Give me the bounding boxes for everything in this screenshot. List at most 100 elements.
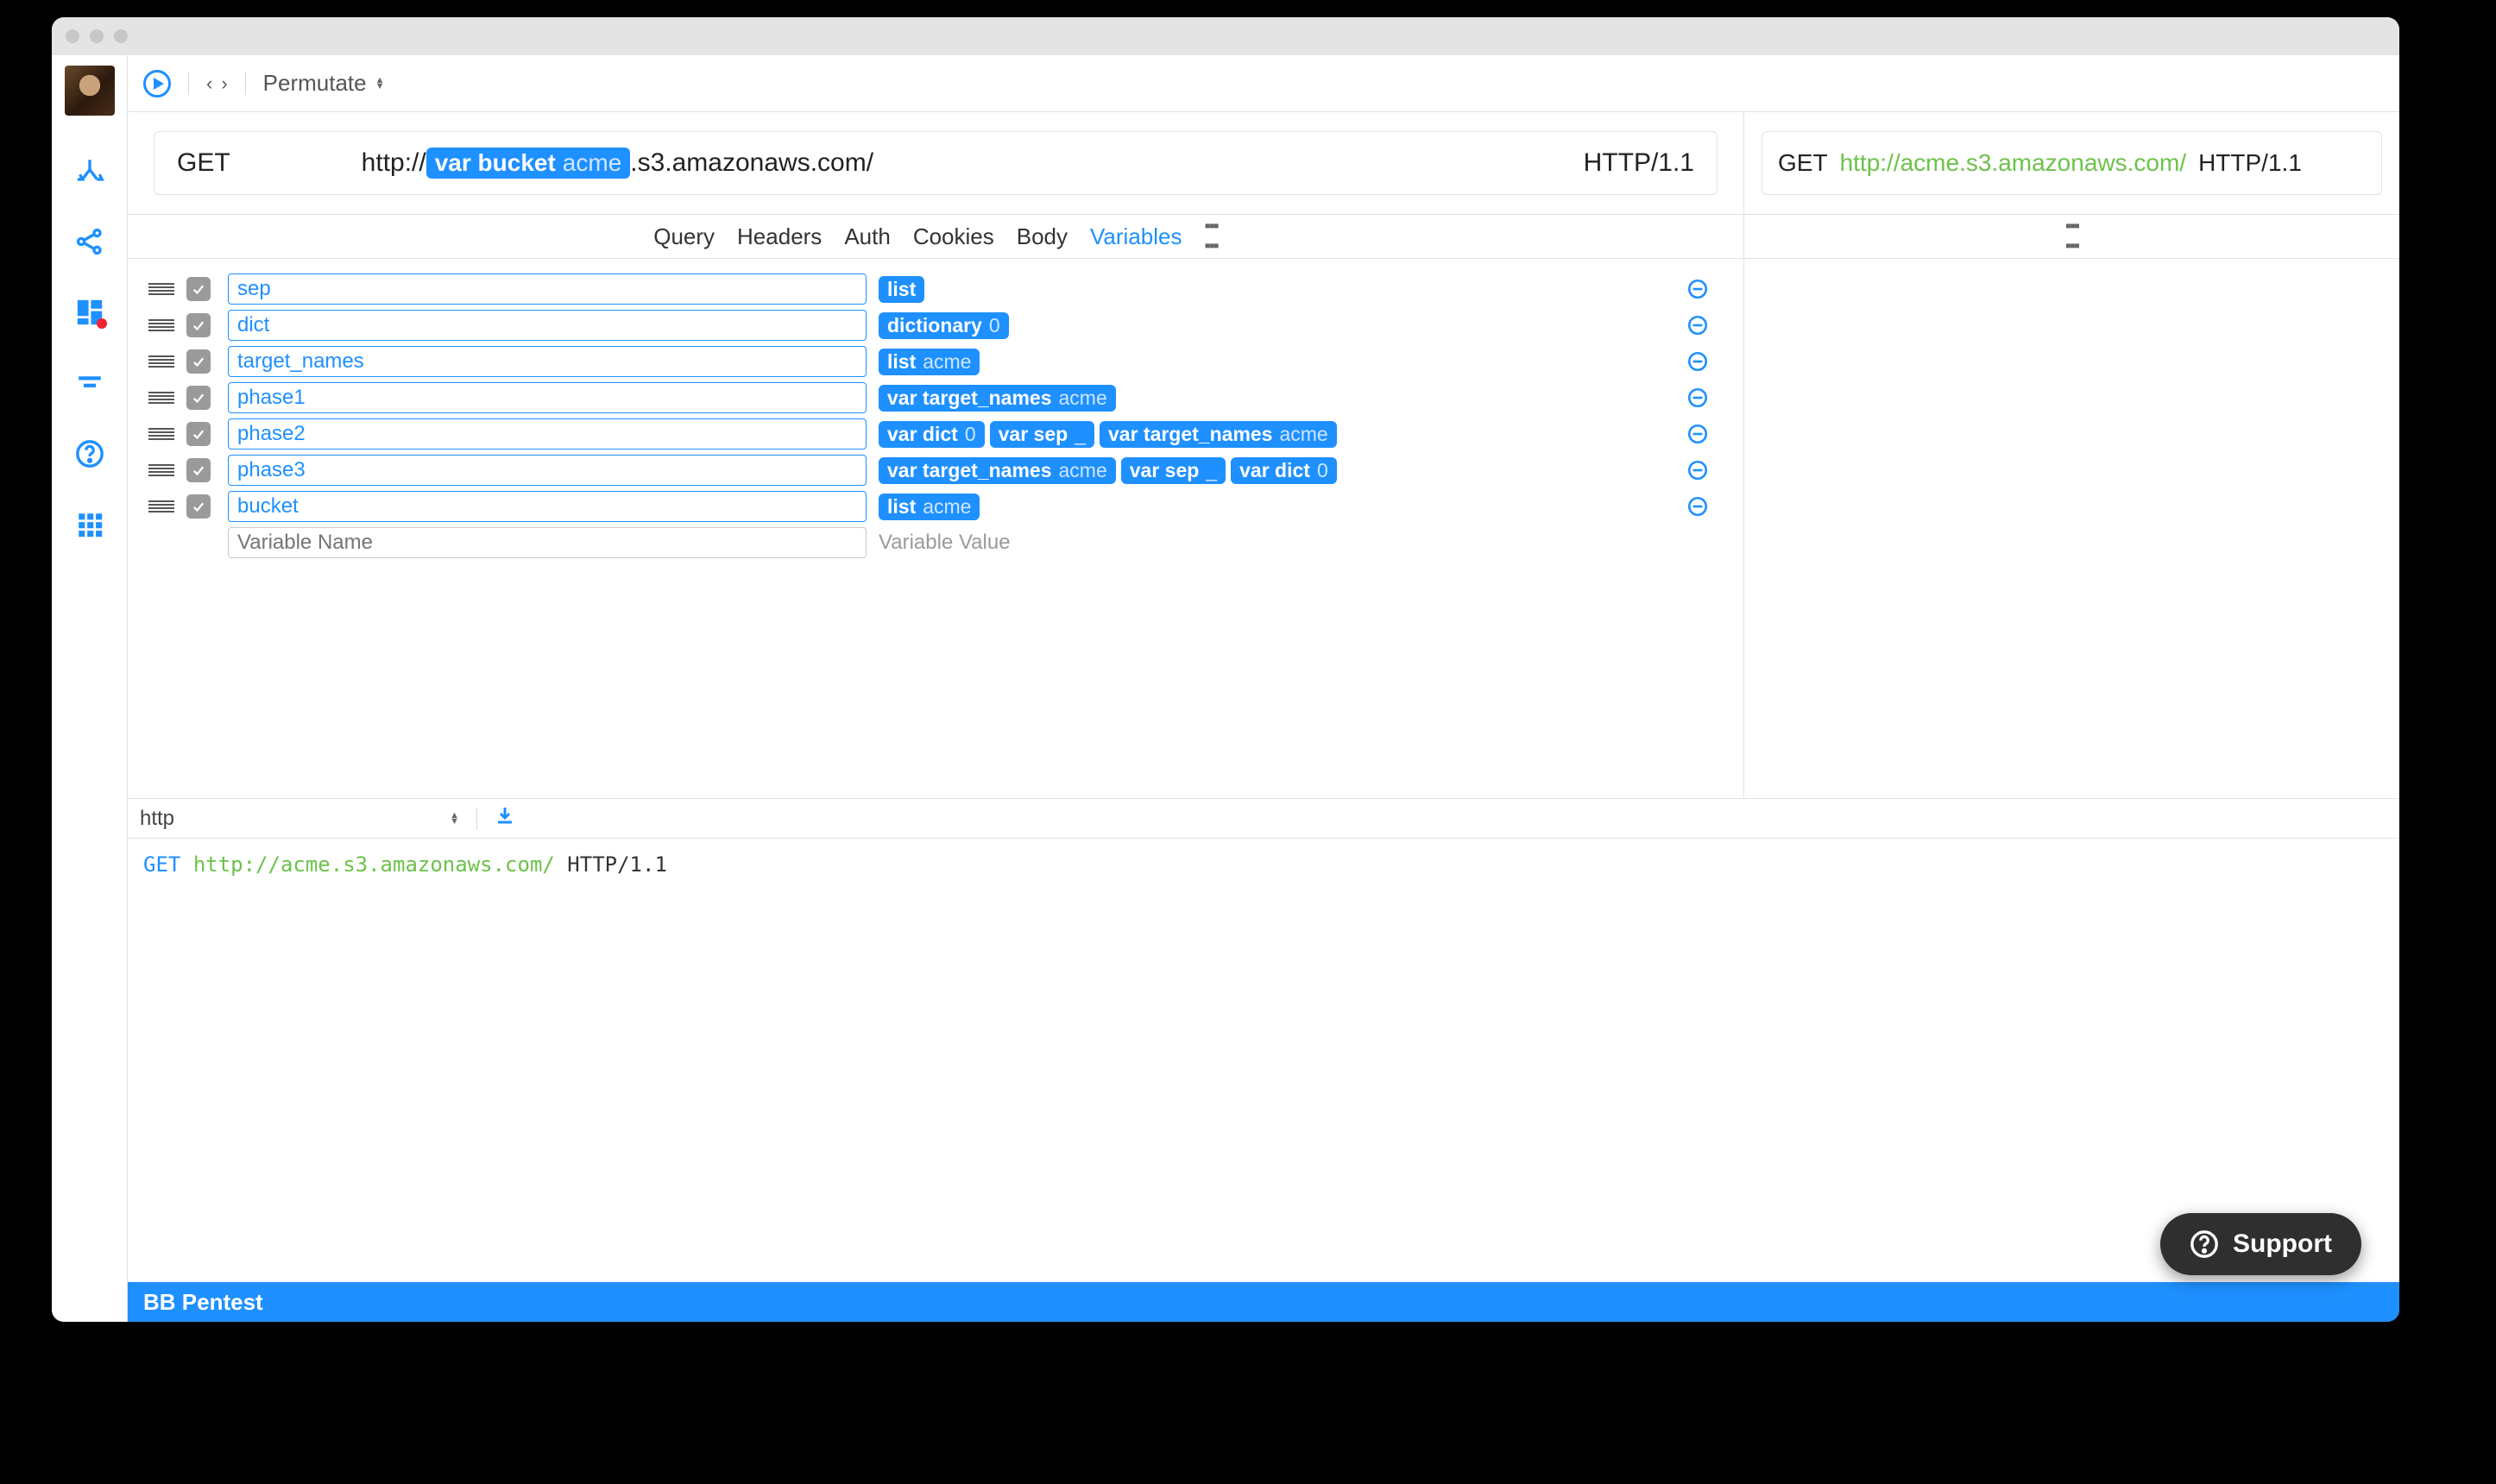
remove-button[interactable] bbox=[1685, 494, 1711, 519]
grid-icon[interactable]: ▪▪▪▪▪▪ bbox=[2065, 217, 2078, 256]
remove-button[interactable] bbox=[1685, 312, 1711, 338]
variable-row: list bbox=[148, 271, 1723, 307]
variable-name-input[interactable] bbox=[228, 310, 867, 341]
tab-cookies[interactable]: Cookies bbox=[913, 223, 994, 250]
nav-next-button[interactable]: › bbox=[221, 72, 227, 95]
remove-button[interactable] bbox=[1685, 276, 1711, 302]
variable-row: list acme bbox=[148, 343, 1723, 380]
toolbar: ‹ › Permutate ▲▼ bbox=[128, 55, 2399, 112]
enable-checkbox[interactable] bbox=[186, 422, 211, 446]
variable-value[interactable]: var dict 0var sep _var target_names acme bbox=[879, 421, 1673, 448]
traffic-light-max-icon[interactable] bbox=[114, 29, 128, 43]
download-button[interactable] bbox=[495, 805, 515, 832]
drag-handle-icon[interactable] bbox=[148, 392, 174, 404]
value-chip[interactable]: list acme bbox=[879, 349, 980, 375]
raw-output[interactable]: GET http://acme.s3.amazonaws.com/ HTTP/1… bbox=[128, 839, 2399, 1282]
enable-checkbox[interactable] bbox=[186, 386, 211, 410]
help-icon[interactable] bbox=[74, 438, 105, 469]
url-content: http://var bucketacme.s3.amazonaws.com/ bbox=[362, 148, 873, 179]
traffic-light-min-icon[interactable] bbox=[90, 29, 104, 43]
filter-icon[interactable] bbox=[74, 368, 105, 399]
enable-checkbox[interactable] bbox=[186, 349, 211, 374]
traffic-light-close-icon[interactable] bbox=[66, 29, 79, 43]
preview-url: http://acme.s3.amazonaws.com/ bbox=[1840, 149, 2187, 177]
variable-name-input[interactable] bbox=[228, 527, 867, 558]
drag-handle-icon[interactable] bbox=[148, 500, 174, 512]
variable-name-input[interactable] bbox=[228, 382, 867, 413]
value-chip[interactable]: list acme bbox=[879, 494, 980, 520]
project-name: BB Pentest bbox=[143, 1289, 263, 1316]
raw-panel: http ▲▼ GET http://acme.s3.amazonaws.com… bbox=[128, 799, 2399, 1282]
drag-handle-icon[interactable] bbox=[148, 319, 174, 331]
http-version: HTTP/1.1 bbox=[1584, 148, 1694, 178]
tab-body[interactable]: Body bbox=[1017, 223, 1068, 250]
variable-value[interactable]: var target_names acmevar sep _var dict 0 bbox=[879, 457, 1673, 484]
value-chip[interactable]: var dict 0 bbox=[1231, 457, 1337, 484]
variable-value[interactable]: list acme bbox=[879, 349, 1673, 375]
variables-panel: list dictionary 0 list acme var target_n… bbox=[128, 259, 1743, 798]
branch-icon[interactable] bbox=[74, 155, 105, 186]
drag-handle-icon[interactable] bbox=[148, 283, 174, 295]
mode-label: Permutate bbox=[263, 70, 367, 97]
tab-query[interactable]: Query bbox=[653, 223, 715, 250]
value-chip[interactable]: list bbox=[879, 276, 924, 303]
enable-checkbox[interactable] bbox=[186, 458, 211, 482]
variable-row-empty: Variable Value bbox=[148, 525, 1723, 561]
variable-name-input[interactable] bbox=[228, 346, 867, 377]
mode-select[interactable]: Permutate ▲▼ bbox=[263, 70, 385, 97]
value-chip[interactable]: var target_names acme bbox=[879, 385, 1116, 412]
value-chip[interactable]: var sep _ bbox=[1121, 457, 1226, 484]
mac-titlebar bbox=[52, 17, 2399, 55]
variable-row: var target_names acmevar sep _var dict 0 bbox=[148, 452, 1723, 488]
variable-value[interactable]: list acme bbox=[879, 494, 1673, 520]
variable-name-input[interactable] bbox=[228, 455, 867, 486]
apps-grid-icon[interactable] bbox=[74, 509, 105, 540]
http-version: HTTP/1.1 bbox=[2198, 149, 2302, 177]
updown-icon: ▲▼ bbox=[450, 813, 459, 825]
variable-row: var dict 0var sep _var target_names acme bbox=[148, 416, 1723, 452]
raw-format-select[interactable]: http ▲▼ bbox=[140, 807, 459, 831]
http-method: GET bbox=[1778, 149, 1828, 177]
variable-name-input[interactable] bbox=[228, 274, 867, 305]
tab-auth[interactable]: Auth bbox=[844, 223, 891, 250]
enable-checkbox[interactable] bbox=[186, 494, 211, 519]
tab-variables[interactable]: Variables bbox=[1090, 223, 1182, 250]
remove-button[interactable] bbox=[1685, 421, 1711, 447]
value-chip[interactable]: var target_names acme bbox=[879, 457, 1116, 484]
variable-value[interactable]: var target_names acme bbox=[879, 385, 1673, 412]
variable-name-input[interactable] bbox=[228, 491, 867, 522]
value-chip[interactable]: var target_names acme bbox=[1100, 421, 1337, 448]
share-icon[interactable] bbox=[74, 226, 105, 257]
app-window: ‹ › Permutate ▲▼ GET bbox=[52, 17, 2399, 1322]
updown-icon: ▲▼ bbox=[375, 78, 385, 90]
remove-button[interactable] bbox=[1685, 385, 1711, 411]
variable-row: list acme bbox=[148, 488, 1723, 525]
value-chip[interactable]: var sep _ bbox=[990, 421, 1094, 448]
variable-row: var target_names acme bbox=[148, 380, 1723, 416]
remove-button[interactable] bbox=[1685, 349, 1711, 374]
support-button[interactable]: Support bbox=[2160, 1213, 2361, 1275]
avatar[interactable] bbox=[65, 66, 115, 116]
remove-button[interactable] bbox=[1685, 457, 1711, 483]
http-method: GET bbox=[177, 148, 230, 178]
value-chip[interactable]: dictionary 0 bbox=[879, 312, 1009, 339]
variable-value[interactable]: dictionary 0 bbox=[879, 312, 1673, 339]
variable-value[interactable]: list bbox=[879, 276, 1673, 303]
nav-prev-button[interactable]: ‹ bbox=[206, 72, 212, 95]
url-variable-chip[interactable]: var bucketacme bbox=[426, 148, 631, 179]
variable-name-input[interactable] bbox=[228, 418, 867, 450]
enable-checkbox[interactable] bbox=[186, 277, 211, 301]
grid-icon[interactable]: ▪▪▪▪▪▪ bbox=[1204, 217, 1217, 256]
value-chip[interactable]: var dict 0 bbox=[879, 421, 985, 448]
drag-handle-icon[interactable] bbox=[148, 428, 174, 440]
run-button[interactable] bbox=[143, 70, 171, 97]
request-line[interactable]: GET http://var bucketacme.s3.amazonaws.c… bbox=[154, 131, 1718, 195]
variable-row: dictionary 0 bbox=[148, 307, 1723, 343]
drag-handle-icon[interactable] bbox=[148, 464, 174, 476]
sidebar bbox=[52, 55, 128, 1322]
tab-headers[interactable]: Headers bbox=[737, 223, 822, 250]
notification-dot-icon bbox=[97, 318, 107, 329]
drag-handle-icon[interactable] bbox=[148, 355, 174, 368]
dashboard-icon[interactable] bbox=[74, 297, 105, 328]
enable-checkbox[interactable] bbox=[186, 313, 211, 337]
